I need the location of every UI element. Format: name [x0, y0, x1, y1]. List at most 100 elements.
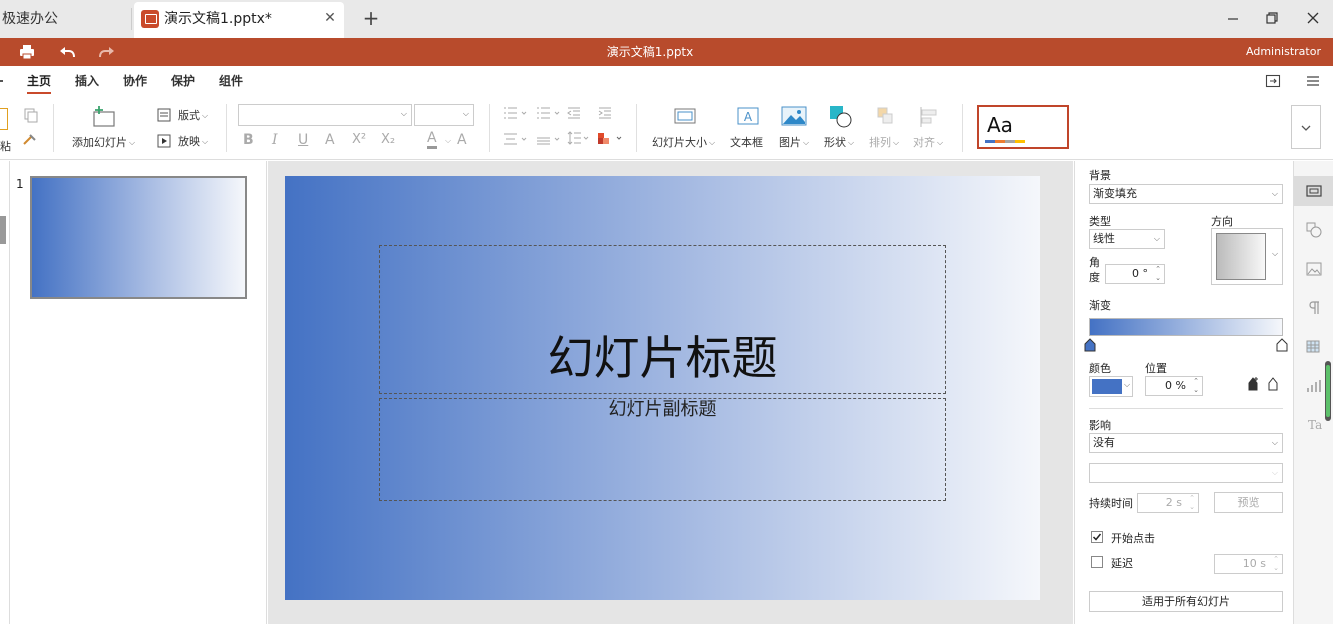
arrange-icon[interactable]	[876, 106, 896, 128]
font-color-button[interactable]: A	[427, 130, 437, 149]
close-window-icon[interactable]	[1305, 10, 1321, 26]
tab-document[interactable]: 演示文稿1.pptx* ✕	[134, 2, 344, 38]
decrease-indent-icon[interactable]	[567, 106, 581, 120]
arrange-button[interactable]: 排列 ⌵	[869, 134, 899, 150]
shape-icon[interactable]	[828, 104, 852, 128]
slide-size-icon[interactable]	[673, 106, 697, 126]
increase-indent-icon[interactable]	[598, 106, 612, 120]
gradient-stop-start-icon[interactable]	[1083, 338, 1097, 352]
delay-spinner[interactable]: 10 s ⌃ ⌄	[1214, 554, 1283, 574]
add-slide-icon[interactable]	[91, 106, 117, 128]
text-art-settings-icon[interactable]: Ta	[1306, 417, 1322, 433]
tab-jisu-office[interactable]: 极速办公	[0, 0, 130, 38]
tab-collaborate[interactable]: 协作	[123, 72, 147, 89]
add-gradient-point-icon[interactable]	[1246, 376, 1260, 392]
paragraph-settings-icon[interactable]	[1306, 300, 1322, 316]
align-button[interactable]: 对齐 ⌵	[913, 134, 943, 150]
preview-button[interactable]: 预览	[1214, 492, 1283, 513]
slide-canvas-pane: 幻灯片标题 幻灯片副标题	[268, 161, 1073, 624]
ribbon-tabs: 主页 插入 协作 保护 组件	[0, 66, 1333, 96]
picture-icon[interactable]	[781, 106, 807, 126]
shape-button[interactable]: 形状 ⌵	[824, 134, 854, 150]
user-name[interactable]: Administrator	[1246, 38, 1321, 66]
minimize-icon[interactable]	[1225, 10, 1241, 26]
open-location-icon[interactable]	[1265, 73, 1281, 89]
table-settings-icon[interactable]	[1306, 339, 1322, 355]
background-fill-select[interactable]: 渐变填充 ⌵	[1089, 184, 1283, 204]
transition-type-select[interactable]: ⌵	[1089, 463, 1283, 483]
remove-gradient-point-icon[interactable]	[1266, 376, 1280, 392]
shape-settings-icon[interactable]	[1306, 222, 1322, 238]
subtitle-placeholder[interactable]: 幻灯片副标题	[379, 398, 946, 501]
picture-button[interactable]: 图片 ⌵	[779, 134, 809, 150]
slide-subtitle[interactable]: 幻灯片副标题	[380, 399, 945, 421]
tab-insert[interactable]: 插入	[75, 72, 99, 89]
direction-label: 方向	[1211, 215, 1233, 228]
presentation-file-icon	[141, 10, 159, 28]
image-settings-icon[interactable]	[1306, 261, 1322, 277]
background-label: 背景	[1089, 169, 1111, 182]
align-text-icon[interactable]	[503, 132, 529, 146]
delay-label: 延迟	[1111, 557, 1133, 570]
transition-effect-select[interactable]: 没有 ⌵	[1089, 433, 1283, 453]
vertical-align-icon[interactable]	[536, 132, 562, 146]
add-slide-button[interactable]: 添加幻灯片 ⌵	[72, 134, 135, 150]
superscript-button[interactable]: X²	[352, 132, 366, 147]
chevron-down-icon: ⌵	[1272, 249, 1279, 258]
layout-button[interactable]: 版式 ⌵	[178, 107, 208, 123]
numbered-list-icon[interactable]	[536, 106, 562, 120]
align-icon[interactable]	[918, 106, 940, 128]
copy-icon[interactable]	[23, 107, 39, 123]
pane-splitter-handle[interactable]	[0, 216, 6, 244]
paste-button[interactable]: 粘	[0, 138, 11, 154]
font-size-select[interactable]: ⌵	[414, 104, 474, 126]
textbox-button[interactable]: 文本框	[730, 134, 763, 150]
tab-home[interactable]: 主页	[27, 72, 52, 94]
gradient-type-select[interactable]: 线性 ⌵	[1089, 229, 1165, 249]
subscript-button[interactable]: X₂	[381, 132, 395, 147]
chart-settings-icon[interactable]	[1306, 378, 1322, 394]
duration-spinner[interactable]: 2 s ⌃ ⌄	[1137, 493, 1199, 513]
bold-button[interactable]: B	[243, 132, 254, 148]
delay-checkbox[interactable]	[1091, 556, 1103, 568]
slide[interactable]: 幻灯片标题 幻灯片副标题	[285, 176, 1040, 600]
gradient-bar[interactable]	[1089, 318, 1283, 336]
close-icon[interactable]: ✕	[322, 10, 338, 26]
position-spinner[interactable]: 0 % ⌃ ⌄	[1145, 376, 1203, 396]
font-color-dropdown-icon[interactable]: ⌵	[445, 136, 451, 146]
stop-color-picker[interactable]: ⌵	[1089, 376, 1133, 397]
tab-components[interactable]: 组件	[219, 72, 243, 89]
scrollbar-track[interactable]	[1325, 361, 1331, 421]
play-button[interactable]: 放映 ⌵	[178, 133, 208, 149]
gradient-direction-picker[interactable]: ⌵	[1211, 228, 1283, 285]
title-placeholder[interactable]: 幻灯片标题	[379, 245, 946, 394]
theme-preview[interactable]: Aa	[977, 105, 1069, 149]
italic-button[interactable]: I	[272, 132, 278, 148]
bullet-list-icon[interactable]	[503, 106, 529, 120]
scrollbar-thumb[interactable]	[1326, 365, 1330, 417]
format-painter-icon[interactable]	[21, 132, 37, 148]
clear-format-button[interactable]: A	[457, 132, 467, 148]
slide-size-button[interactable]: 幻灯片大小 ⌵	[652, 134, 715, 150]
underline-button[interactable]: U	[298, 132, 308, 148]
slide-thumbnail[interactable]	[30, 176, 247, 299]
line-spacing-icon[interactable]	[567, 130, 589, 146]
paste-icon[interactable]	[0, 108, 8, 130]
slide-settings-icon[interactable]	[1306, 183, 1322, 199]
angle-spinner[interactable]: 0 ° ⌃ ⌄	[1105, 264, 1165, 284]
start-on-click-checkbox[interactable]	[1091, 531, 1103, 543]
color-scheme-icon[interactable]	[597, 130, 625, 146]
apply-to-all-slides-button[interactable]: 适用于所有幻灯片	[1089, 591, 1283, 612]
slide-title[interactable]: 幻灯片标题	[380, 330, 945, 386]
document-title: 演示文稿1.pptx	[606, 45, 694, 59]
tab-protect[interactable]: 保护	[171, 72, 195, 89]
svg-text:Ta: Ta	[1308, 418, 1322, 432]
textbox-icon[interactable]: A	[736, 106, 760, 126]
theme-expand-button[interactable]	[1291, 105, 1321, 149]
gradient-stop-end-icon[interactable]	[1275, 338, 1289, 352]
menu-icon[interactable]	[1305, 73, 1321, 89]
strikethrough-button[interactable]: A	[325, 132, 335, 148]
font-family-select[interactable]: ⌵	[238, 104, 412, 126]
plus-icon[interactable]: +	[362, 8, 380, 28]
restore-icon[interactable]	[1264, 10, 1280, 26]
